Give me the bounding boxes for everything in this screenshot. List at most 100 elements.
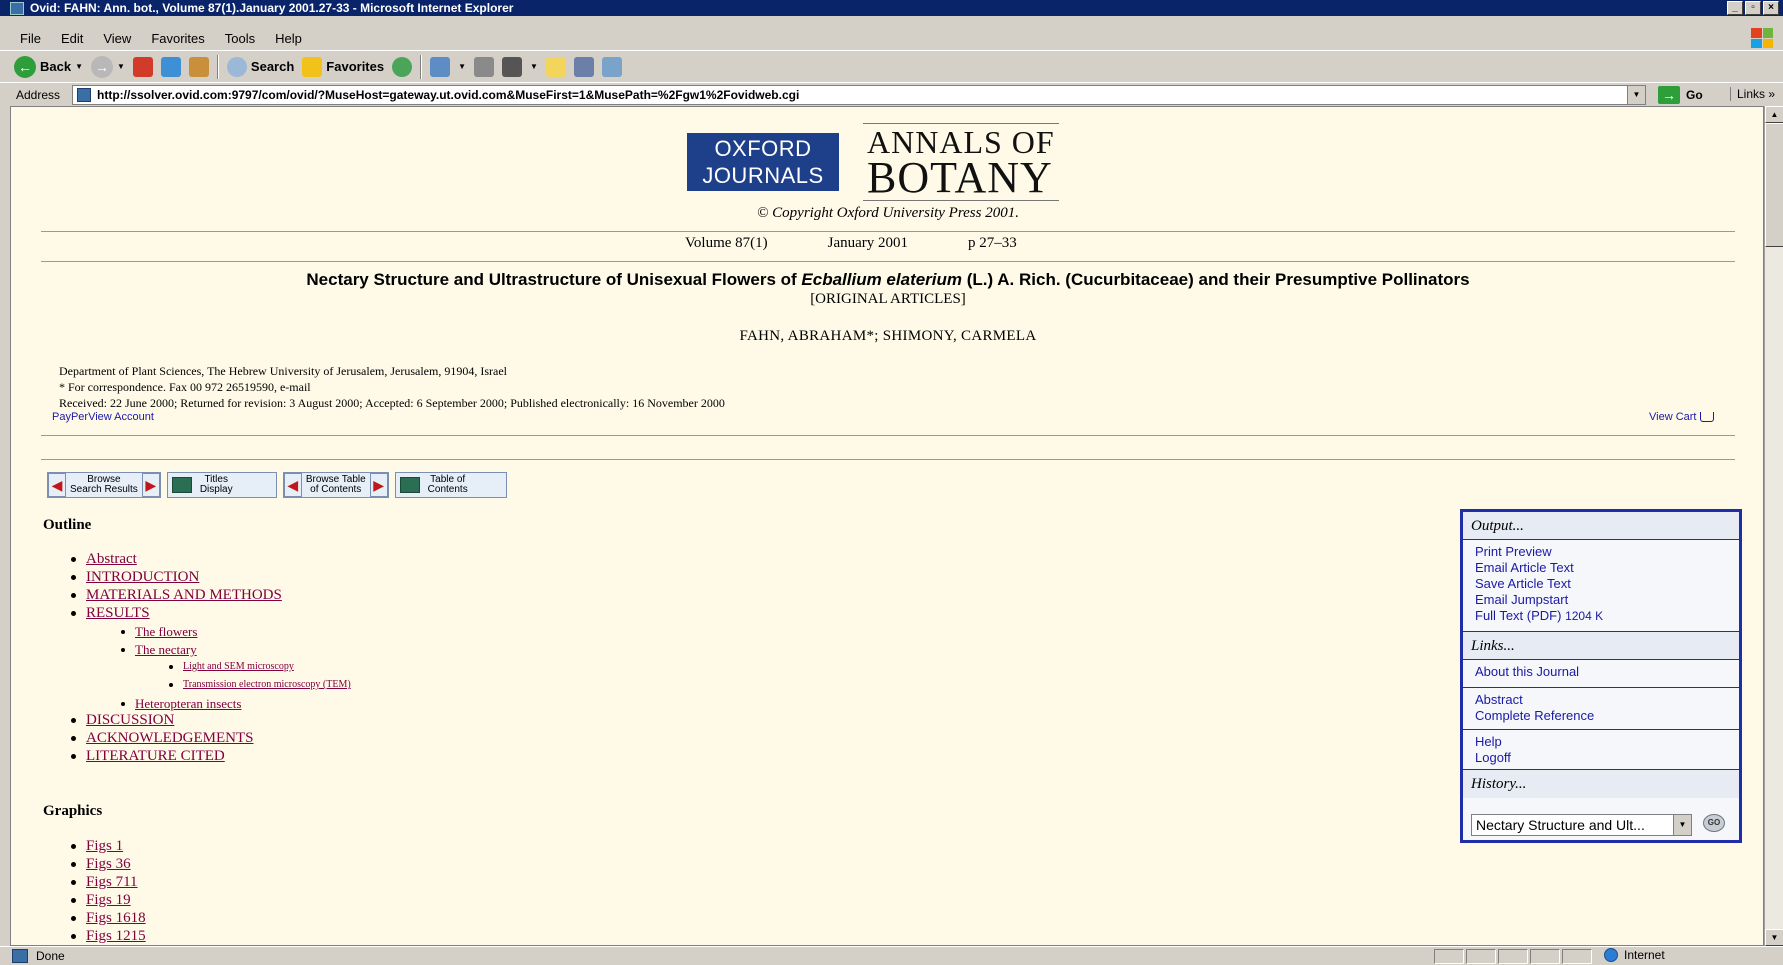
menu-view[interactable]: View — [103, 31, 131, 46]
next-arrow-icon[interactable]: ▶ — [141, 473, 160, 497]
table-of-contents-button[interactable]: Table of Contents — [394, 472, 507, 498]
menu-help[interactable]: Help — [275, 31, 302, 46]
research-icon[interactable] — [573, 56, 594, 77]
edit-icon[interactable] — [502, 56, 523, 77]
address-dropdown-icon[interactable]: ▼ — [1627, 86, 1645, 104]
list-bullet — [71, 934, 76, 939]
history-select[interactable]: Nectary Structure and Ult... ▼ — [1471, 814, 1692, 836]
edit-dropdown-icon[interactable]: ▼ — [530, 62, 538, 71]
graphics-item: Figs 19 — [71, 892, 131, 909]
messenger-icon[interactable] — [601, 56, 622, 77]
forward-dropdown-icon[interactable]: ▼ — [117, 62, 125, 71]
vertical-scrollbar[interactable]: ▲ ▼ — [1764, 106, 1783, 946]
scroll-down-icon[interactable]: ▼ — [1765, 929, 1783, 946]
logoff-link[interactable]: Logoff — [1475, 750, 1739, 766]
list-bullet — [71, 575, 76, 580]
reference-section: Abstract Complete Reference — [1463, 688, 1739, 730]
favorites-button[interactable]: Favorites — [302, 56, 385, 77]
toc-grid-icon — [399, 477, 420, 493]
outline-link[interactable]: The flowers — [135, 624, 197, 640]
window-titlebar: Ovid: FAHN: Ann. bot., Volume 87(1).Janu… — [0, 0, 1783, 16]
outline-link[interactable]: DISCUSSION — [86, 712, 174, 729]
scroll-up-icon[interactable]: ▲ — [1765, 106, 1783, 123]
help-link[interactable]: Help — [1475, 734, 1739, 750]
address-input[interactable]: http://ssolver.ovid.com:9797/com/ovid/?M… — [72, 85, 1646, 105]
outline-link[interactable]: LITERATURE CITED — [86, 748, 225, 765]
forward-button[interactable]: → ▼ — [91, 55, 125, 78]
go-label: Go — [1686, 88, 1703, 102]
figure-link[interactable]: Figs 1215 — [86, 928, 146, 945]
divider — [41, 435, 1735, 436]
close-button[interactable]: × — [1763, 1, 1779, 15]
previous-arrow-icon[interactable]: ◀ — [48, 473, 66, 497]
menu-edit[interactable]: Edit — [61, 31, 83, 46]
outline-link[interactable]: Abstract — [86, 551, 137, 568]
scroll-thumb[interactable] — [1765, 123, 1783, 247]
internet-globe-icon — [1604, 948, 1618, 962]
figure-link[interactable]: Figs 711 — [86, 874, 138, 891]
article-title: Nectary Structure and Ultrastructure of … — [11, 270, 1763, 290]
titles-display-button[interactable]: Titles Display — [166, 472, 277, 498]
stop-icon[interactable] — [132, 56, 153, 77]
print-icon[interactable] — [474, 56, 495, 77]
outline-link[interactable]: Transmission electron microscopy (TEM) — [183, 679, 351, 690]
outline-link[interactable]: MATERIALS AND METHODS — [86, 587, 282, 604]
outline-link[interactable]: INTRODUCTION — [86, 569, 199, 586]
history-icon[interactable] — [392, 56, 413, 77]
save-article-text-link[interactable]: Save Article Text — [1475, 576, 1739, 592]
maximize-button[interactable]: ▫ — [1745, 1, 1761, 15]
copyright-notice: © Copyright Oxford University Press 2001… — [757, 205, 1019, 221]
home-icon[interactable] — [188, 56, 209, 77]
next-arrow-icon[interactable]: ▶ — [369, 473, 388, 497]
outline-link[interactable]: ACKNOWLEDGEMENTS — [86, 730, 253, 747]
go-button[interactable]: → Go — [1658, 86, 1703, 104]
history-dropdown-icon[interactable]: ▼ — [1673, 815, 1691, 835]
figure-link[interactable]: Figs 19 — [86, 892, 131, 909]
menu-file[interactable]: File — [20, 31, 41, 46]
links-toolbar[interactable]: Links » — [1730, 87, 1775, 101]
email-article-text-link[interactable]: Email Article Text — [1475, 560, 1739, 576]
article-authors: FAHN, ABRAHAM*; SHIMONY, CARMELA — [739, 328, 1037, 344]
figure-link[interactable]: Figs 1 — [86, 838, 123, 855]
back-dropdown-icon[interactable]: ▼ — [75, 62, 83, 71]
outline-link[interactable]: Heteropteran insects — [135, 696, 241, 712]
refresh-icon[interactable] — [160, 56, 181, 77]
browse-toc-button[interactable]: ◀ Browse Table of Contents ▶ — [282, 472, 389, 498]
article-title-species: Ecballium elaterium — [801, 270, 963, 289]
browse-search-results-button[interactable]: ◀ Browse Search Results ▶ — [47, 472, 161, 498]
mail-icon[interactable] — [430, 56, 451, 77]
discuss-icon[interactable] — [545, 56, 566, 77]
abstract-link[interactable]: Abstract — [1475, 692, 1739, 708]
outline-item-tem: Transmission electron microscopy (TEM) — [169, 679, 351, 690]
figure-link[interactable]: Figs 1618 — [86, 910, 146, 927]
status-bar: Done Internet — [0, 946, 1783, 965]
print-preview-link[interactable]: Print Preview — [1475, 544, 1739, 560]
citation-pages: p 27–33 — [968, 235, 1017, 251]
search-button[interactable]: Search — [226, 56, 294, 77]
citation-line: Volume 87(1) January 2001 p 27–33 — [685, 235, 1017, 252]
page-icon — [77, 88, 91, 102]
minimize-button[interactable]: _ — [1727, 1, 1743, 15]
back-button[interactable]: ← Back ▼ — [14, 55, 83, 78]
cart-icon — [1700, 412, 1715, 422]
list-bullet — [71, 754, 76, 759]
email-jumpstart-link[interactable]: Email Jumpstart — [1475, 592, 1739, 608]
list-bullet — [169, 664, 173, 669]
outline-link[interactable]: Light and SEM microscopy — [183, 661, 294, 672]
menu-tools[interactable]: Tools — [225, 31, 255, 46]
outline-link[interactable]: The nectary — [135, 642, 197, 658]
about-journal-link[interactable]: About this Journal — [1475, 664, 1739, 680]
payperview-account-link[interactable]: PayPerView Account — [52, 411, 154, 423]
full-text-pdf-link[interactable]: Full Text (PDF) — [1475, 608, 1561, 623]
favorites-label: Favorites — [326, 59, 385, 74]
menu-favorites[interactable]: Favorites — [151, 31, 204, 46]
figure-link[interactable]: Figs 36 — [86, 856, 131, 873]
complete-reference-link[interactable]: Complete Reference — [1475, 708, 1739, 724]
result-navigation: ◀ Browse Search Results ▶ Titles Display ◀… — [47, 472, 507, 498]
mail-dropdown-icon[interactable]: ▼ — [458, 62, 466, 71]
view-cart-link[interactable]: View Cart — [1649, 411, 1715, 423]
article-type: [ORIGINAL ARTICLES] — [810, 291, 966, 307]
outline-link[interactable]: RESULTS — [86, 605, 150, 622]
history-go-button[interactable]: GO — [1703, 814, 1725, 832]
previous-arrow-icon[interactable]: ◀ — [283, 473, 302, 497]
